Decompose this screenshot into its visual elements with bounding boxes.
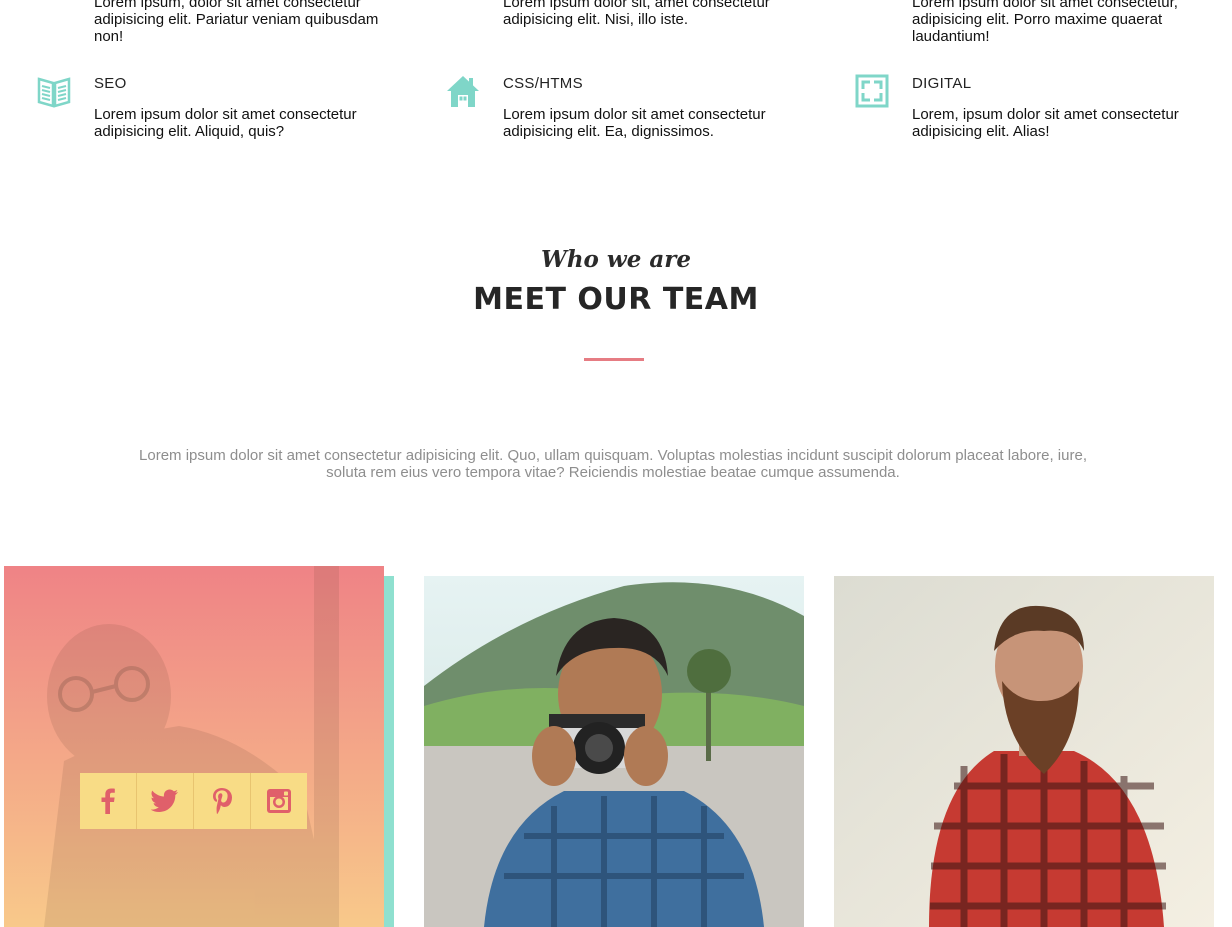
service-title: CSS/HTMS (503, 75, 583, 92)
instagram-icon (267, 789, 291, 813)
house-icon (446, 74, 480, 108)
team-card-1[interactable] (4, 566, 384, 927)
book-icon (37, 74, 71, 108)
pinterest-link[interactable] (194, 773, 251, 829)
service-text: Lorem ipsum, dolor sit amet consectetur a… (94, 0, 379, 45)
team-photo-2 (424, 576, 804, 927)
title-divider (584, 358, 644, 361)
team-photo-3 (834, 576, 1214, 927)
service-text: Lorem ipsum dolor sit amet consectetur ad… (94, 106, 357, 140)
social-links (80, 773, 307, 829)
instagram-link[interactable] (251, 773, 307, 829)
team-card-2[interactable] (424, 576, 804, 927)
fullscreen-icon (855, 74, 889, 108)
service-text: Lorem ipsum dolor sit, amet consectetur a… (503, 0, 770, 28)
section-intro: Lorem ipsum dolor sit amet consectetur a… (139, 447, 1087, 481)
service-text: Lorem ipsum dolor sit amet consectetur ad… (503, 106, 766, 140)
section-kicker: Who we are (541, 246, 691, 273)
facebook-link[interactable] (80, 773, 137, 829)
team-card-3[interactable] (834, 576, 1214, 927)
section-title: MEET OUR TEAM (473, 282, 759, 317)
twitter-link[interactable] (137, 773, 194, 829)
facebook-icon (101, 788, 115, 814)
service-text: Lorem, ipsum dolor sit amet consectetur a… (912, 106, 1179, 140)
pinterest-icon (213, 788, 232, 814)
team-photo-1 (4, 566, 384, 927)
service-text: Lorem ipsum dolor sit amet consectetur, a… (912, 0, 1178, 45)
twitter-icon (151, 789, 178, 812)
service-title: DIGITAL (912, 75, 972, 92)
service-title: SEO (94, 75, 127, 92)
